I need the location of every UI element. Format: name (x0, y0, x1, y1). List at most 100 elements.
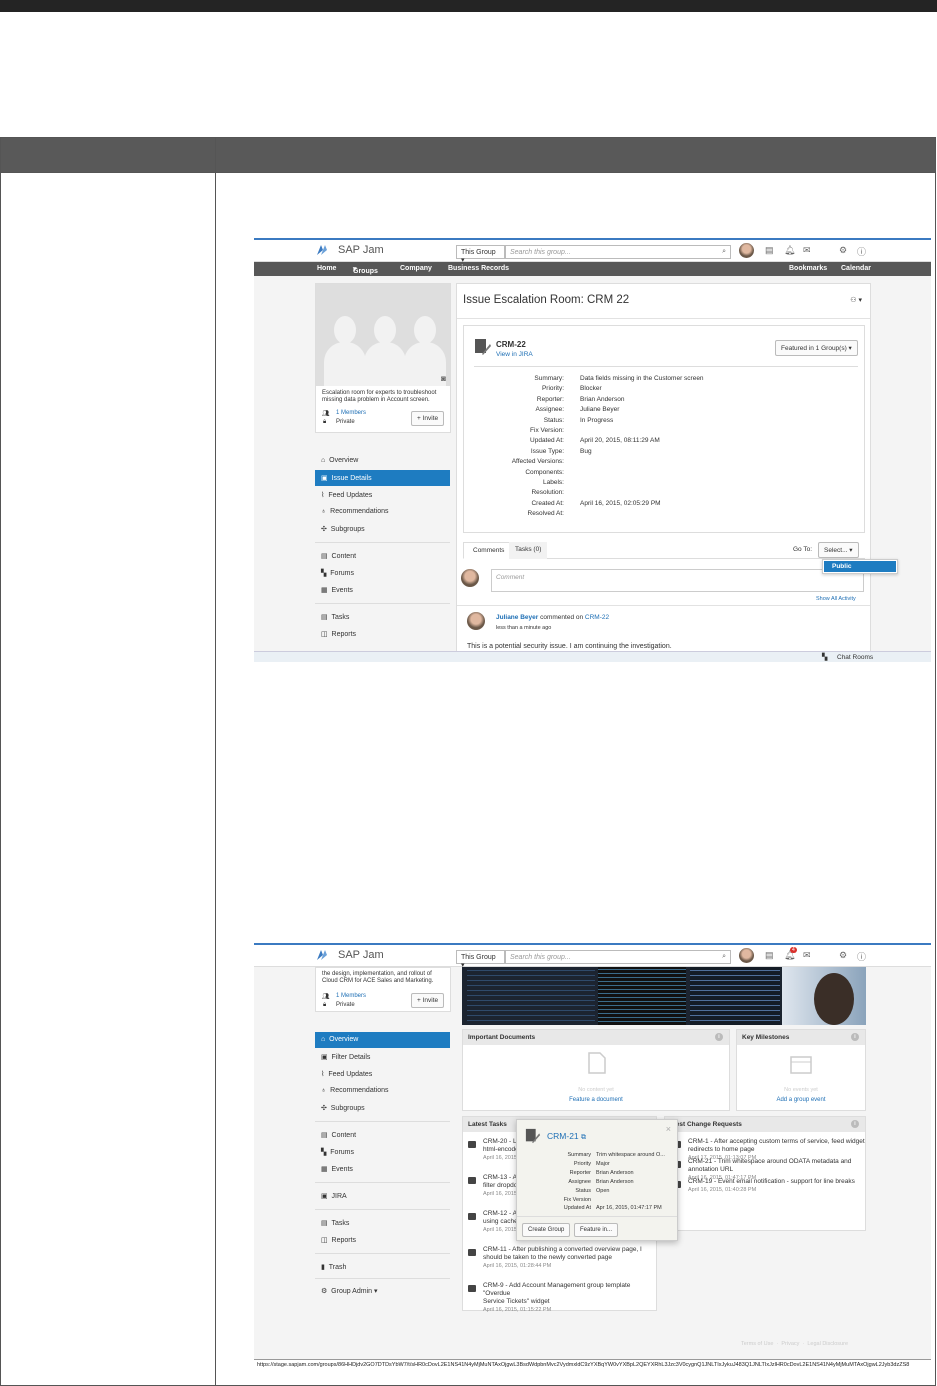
sidebar-item-feed-updates[interactable]: ⌇ Feed Updates (315, 1066, 450, 1082)
nav-bookmarks[interactable]: Bookmarks (789, 265, 827, 272)
group-profile-card: ◙ Escalation room for experts to trouble… (315, 283, 451, 433)
list-item[interactable]: CRM-9 - Add Account Management group tem… (483, 1282, 656, 1314)
privacy-link[interactable]: Privacy (781, 1341, 799, 1347)
members-icon: 👥︎ (322, 411, 330, 417)
help-icon[interactable]: ⓘ (857, 950, 866, 963)
sidebar-item-group-admin[interactable]: ⚙ Group Admin ▾ (315, 1283, 450, 1299)
commenter-name[interactable]: Juliane Beyer (496, 614, 538, 621)
help-icon[interactable]: ⓘ (857, 245, 866, 258)
calendar-icon: ▦ (321, 1166, 328, 1173)
sidebar-item-overview[interactable]: ⌂ Overview (315, 453, 450, 469)
clipboard-icon[interactable]: ▤ (765, 950, 774, 961)
sidebar-item-reports[interactable]: ◫ Reports (315, 626, 450, 642)
popup-issue-link[interactable]: CRM-21 ⧉ (547, 1131, 586, 1142)
popup-field-label: Updated At (563, 1205, 591, 1212)
item-date: April 16, 2015, 01:28:44 PM (483, 1263, 552, 1269)
item-title: CRM-19 - Event email notification - supp… (688, 1178, 855, 1185)
sidebar-item-content[interactable]: ▤ Content (315, 1127, 450, 1143)
nav-calendar[interactable]: Calendar (841, 265, 871, 272)
sidebar-item-subgroups[interactable]: ✣ Subgroups (315, 1100, 450, 1116)
sidebar-item-tasks[interactable]: ▤ Tasks (315, 1215, 450, 1231)
sidebar-item-filter-details[interactable]: ▣ Filter Details (315, 1049, 450, 1065)
field-value: Blocker (580, 385, 602, 393)
members-link[interactable]: 1 Members (336, 410, 366, 416)
main-nav: Home Groups ▾ Company Business Records B… (254, 262, 931, 276)
list-item[interactable]: CRM-11 - After publishing a converted ov… (483, 1246, 642, 1270)
clipboard-icon[interactable]: ▤ (765, 245, 774, 256)
nav-company[interactable]: Company (400, 265, 432, 272)
close-icon[interactable]: × (666, 1124, 671, 1134)
dropdown-option-public[interactable]: Public (824, 561, 896, 572)
feature-in-button[interactable]: Feature in... (574, 1223, 619, 1237)
tab-tasks[interactable]: Tasks (0) (509, 542, 548, 559)
sidebar-item-issue-details[interactable]: ▣ Issue Details (315, 470, 450, 486)
sidebar-item-recommendations[interactable]: ♁ Recommendations (315, 504, 450, 520)
camera-icon[interactable]: ◙ (441, 374, 446, 383)
popup-field-label: Summary (567, 1152, 591, 1158)
sidebar-item-reports[interactable]: ◫ Reports (315, 1232, 450, 1248)
user-avatar[interactable] (739, 243, 754, 258)
list-item[interactable]: CRM-19 - Event email notification - supp… (688, 1178, 855, 1194)
invite-button[interactable]: + Invite (411, 993, 445, 1008)
ace-logo-icon[interactable] (316, 948, 330, 962)
members-link[interactable]: 1 Members (336, 993, 366, 999)
mail-icon[interactable]: ✉ (803, 245, 811, 256)
add-group-event-link[interactable]: Add a group event (737, 1097, 865, 1103)
field-value: Data fields missing in the Customer scre… (580, 375, 704, 382)
ace-logo-icon[interactable] (316, 243, 330, 257)
issue-details-card: CRM-22 View in JIRA Featured in 1 Group(… (463, 325, 865, 533)
scope-select[interactable]: This Group ▾ (456, 950, 505, 969)
sidebar-item-content[interactable]: ▤ Content (315, 548, 450, 564)
sidebar-item-events[interactable]: ▦ Events (315, 1161, 450, 1177)
feature-document-link[interactable]: Feature a document (463, 1097, 729, 1103)
nav-groups[interactable]: Groups ▾ (353, 265, 378, 275)
tab-comments[interactable]: Comments (463, 542, 515, 559)
sidebar-item-overview[interactable]: ⌂ Overview (315, 1032, 450, 1048)
featured-in-groups-button[interactable]: Featured in 1 Group(s) ▾ (775, 340, 858, 356)
sidebar-item-jira[interactable]: ▣ JIRA (315, 1188, 450, 1204)
field-value: April 16, 2015, 02:05:29 PM (580, 499, 661, 507)
popup-field-label: Priority (573, 1160, 591, 1167)
comment-input[interactable]: Comment (491, 569, 864, 592)
sidebar-item-tasks[interactable]: ▤ Tasks (315, 609, 450, 625)
briefcase-icon (468, 1285, 476, 1292)
sidebar-item-subgroups[interactable]: ✣ Subgroups (315, 521, 450, 537)
terms-link[interactable]: Terms of Use (741, 1341, 773, 1347)
user-avatar[interactable] (739, 948, 754, 963)
sidebar-item-events[interactable]: ▦ Events (315, 582, 450, 598)
goto-select[interactable]: Select... ▾ (818, 542, 859, 558)
sapjam-header: SAP Jam This Group ▾ Search this group..… (254, 943, 931, 969)
sidebar-item-forums[interactable]: ▚ Forums (315, 565, 450, 581)
sidebar-item-feed-updates[interactable]: ⌇ Feed Updates (315, 487, 450, 503)
nav-home[interactable]: Home (317, 265, 336, 272)
create-group-button[interactable]: Create Group (522, 1223, 571, 1237)
legal-link[interactable]: Legal Disclosure (807, 1341, 848, 1347)
nav-business-records[interactable]: Business Records (448, 265, 509, 272)
search-input[interactable]: Search this group... ⌕ (505, 950, 731, 964)
briefcase-icon (468, 1213, 476, 1220)
popup-field-label: Fix Version (563, 1196, 591, 1203)
invite-button[interactable]: + Invite (411, 411, 445, 426)
mail-icon[interactable]: ✉ (803, 950, 811, 961)
sidebar-item-trash[interactable]: ▮ Trash (315, 1259, 450, 1275)
scope-select[interactable]: This Group ▾ (456, 245, 505, 264)
view-in-jira-link[interactable]: View in JIRA (496, 351, 533, 358)
chat-icon[interactable]: ▚ (822, 653, 827, 661)
home-icon: ⌂ (321, 457, 326, 464)
comment-target-link[interactable]: CRM-22 (585, 614, 609, 621)
gear-icon[interactable]: ⚙ (839, 245, 847, 256)
item-title: CRM-1 - After accepting custom terms of … (688, 1138, 865, 1145)
chat-rooms-label[interactable]: Chat Rooms (837, 654, 873, 661)
manage-icon[interactable]: ⚇ ▾ (850, 296, 862, 304)
popup-field-label: Status (575, 1187, 591, 1194)
sidebar-item-forums[interactable]: ▚ Forums (315, 1144, 450, 1160)
bell-icon[interactable]: 🔔︎ (784, 245, 795, 256)
calendar-icon: ▦ (321, 587, 328, 594)
chat-bar: ▚ Chat Rooms (254, 651, 931, 662)
show-all-activity-link[interactable]: Show All Activity (816, 596, 856, 602)
gear-icon[interactable]: ⚙ (839, 950, 847, 961)
sidebar-item-recommendations[interactable]: ♁ Recommendations (315, 1083, 450, 1099)
search-input[interactable]: Search this group... ⌕ (505, 245, 731, 259)
field-value: Bug (580, 447, 592, 455)
field-label: Resolved At: (527, 510, 565, 518)
